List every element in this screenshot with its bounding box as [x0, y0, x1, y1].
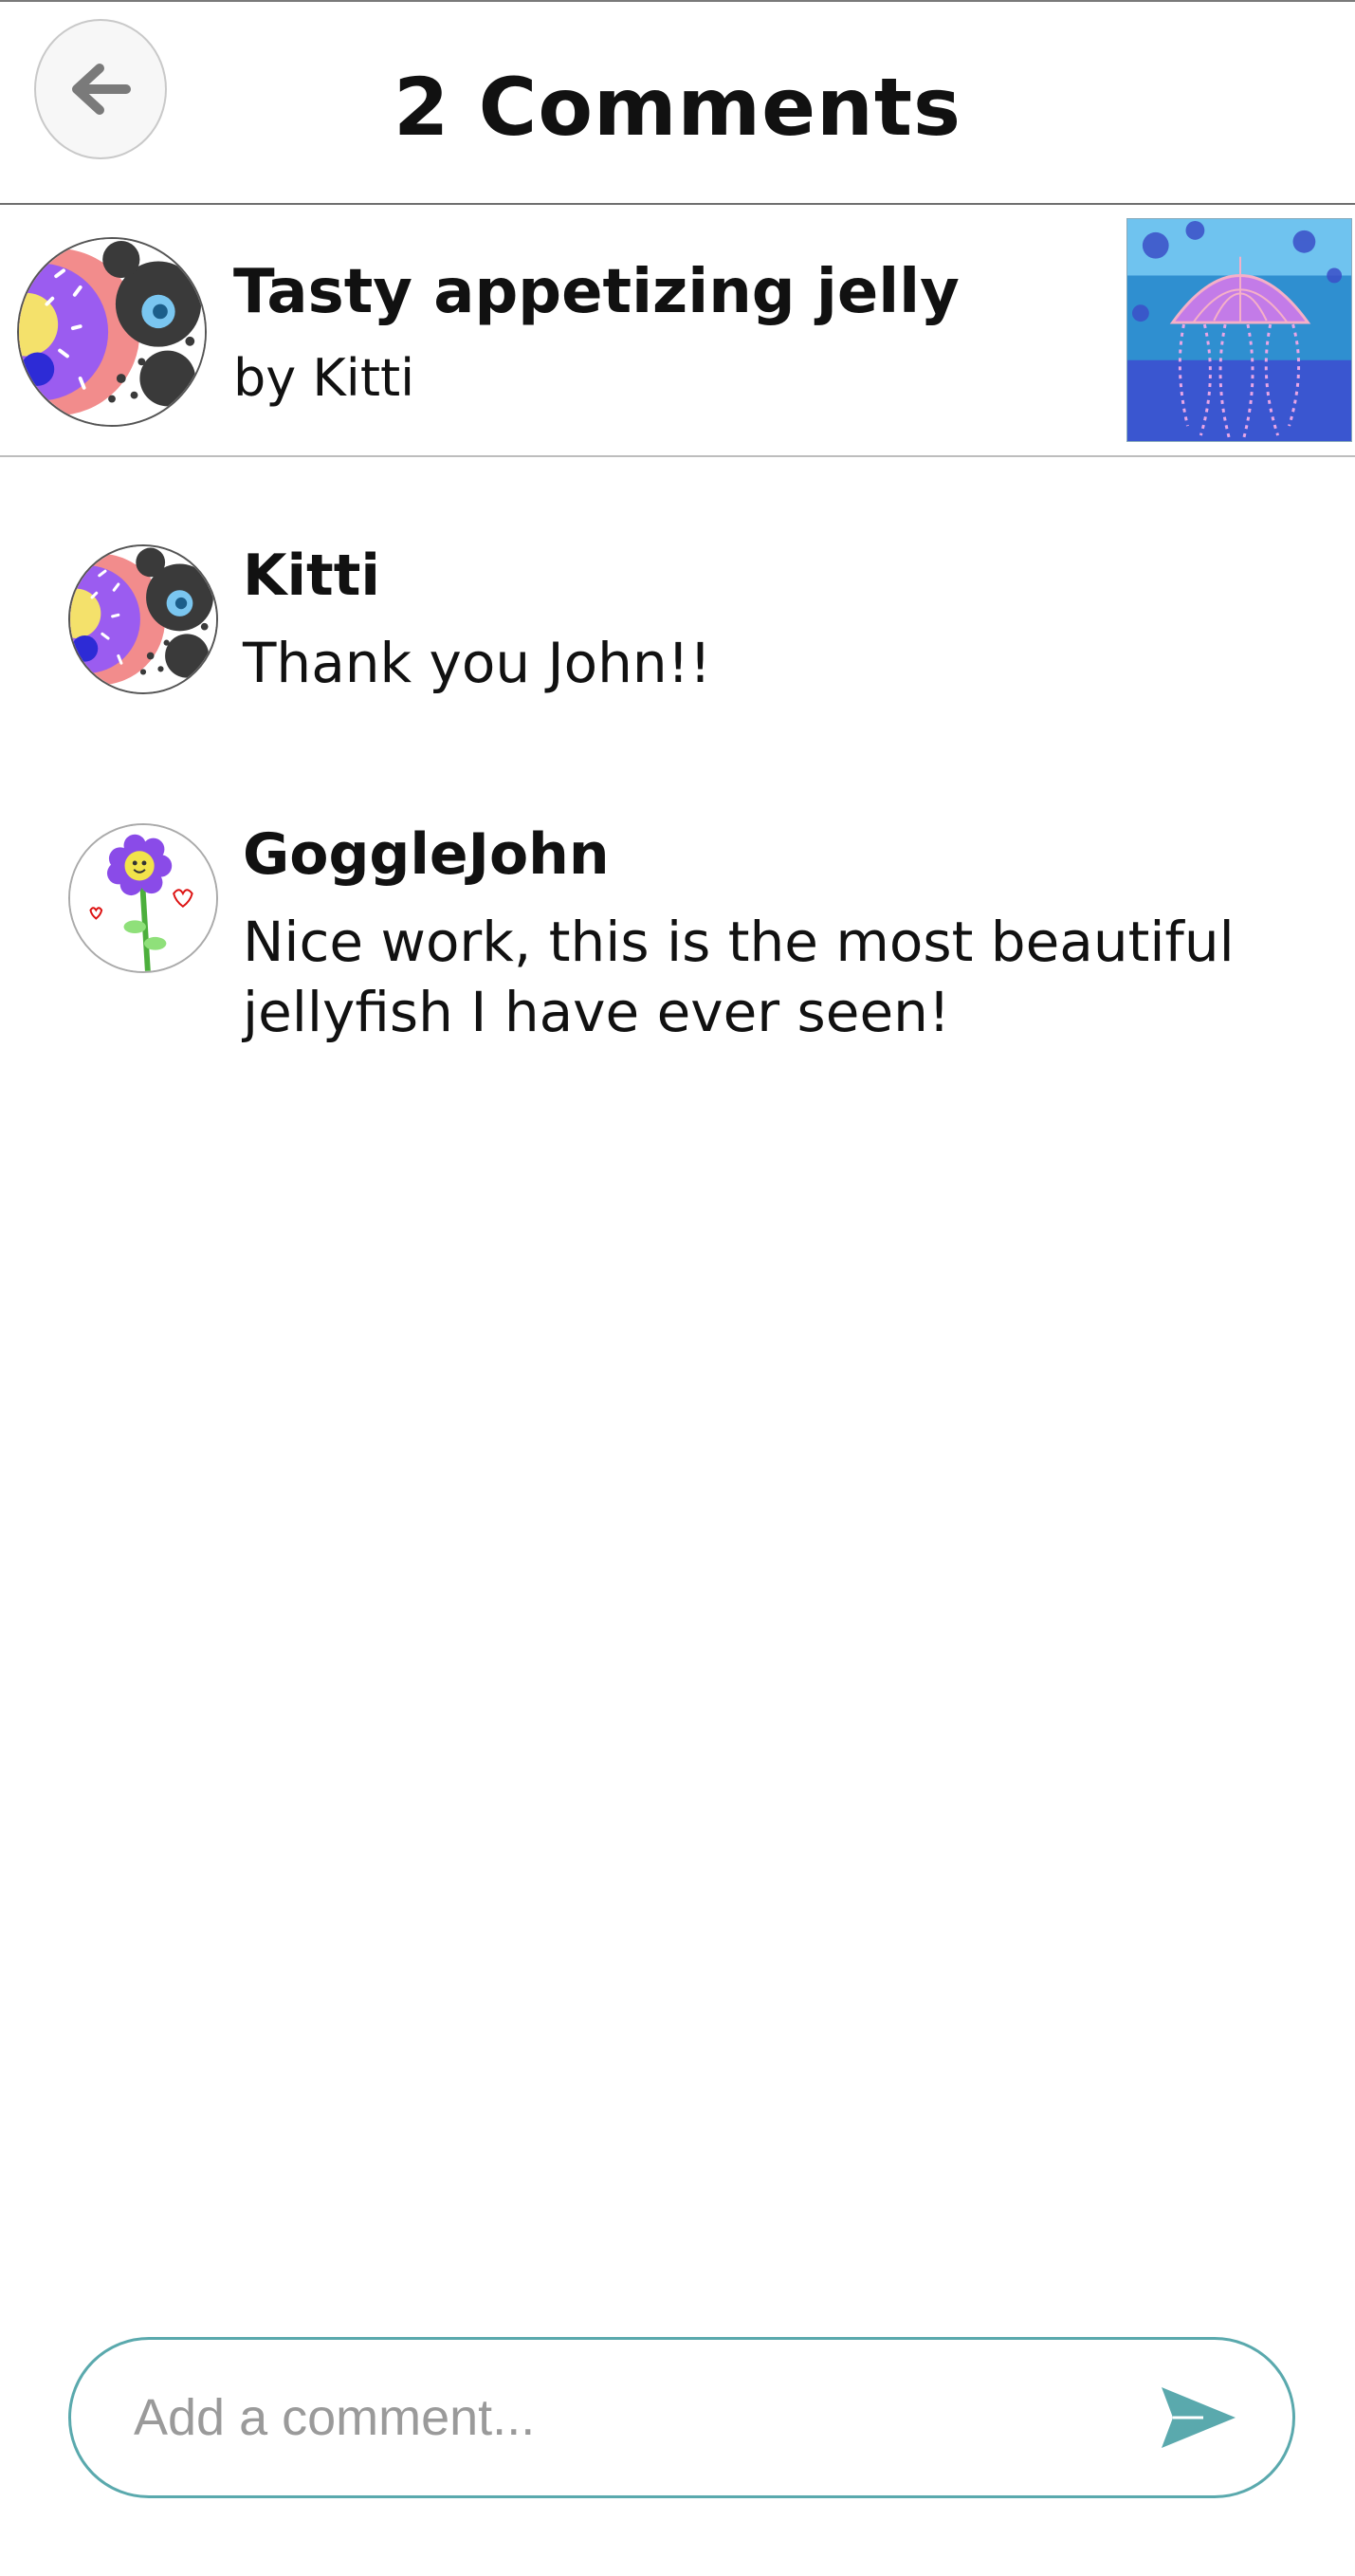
donut-panda-avatar	[19, 239, 205, 425]
artwork-thumbnail[interactable]	[1126, 218, 1352, 442]
send-icon	[1162, 2387, 1236, 2448]
page-title: 2 Comments	[393, 61, 962, 154]
flower-avatar	[70, 825, 216, 971]
comment-author-avatar[interactable]	[68, 823, 218, 973]
jellyfish-artwork-thumbnail	[1127, 219, 1351, 441]
arrow-left-icon	[72, 64, 131, 115]
artwork-byline[interactable]: by Kitti	[233, 345, 414, 412]
comment-author[interactable]: GoggleJohn	[243, 819, 610, 890]
back-button[interactable]	[34, 19, 167, 159]
comment-composer	[68, 2337, 1295, 2498]
header: 2 Comments	[0, 2, 1355, 205]
comment-author[interactable]: Kitti	[243, 541, 380, 611]
donut-panda-avatar	[70, 546, 216, 692]
comment-input[interactable]	[134, 2368, 1082, 2467]
send-button[interactable]	[1160, 2383, 1237, 2452]
comment-item: Kitti Thank you John!!	[0, 541, 1355, 696]
artwork-summary[interactable]: Tasty appetizing jelly by Kitti	[0, 205, 1355, 457]
comment-author-avatar[interactable]	[68, 544, 218, 694]
comment-text: Nice work, this is the most beautiful je…	[243, 910, 1235, 1044]
artwork-title[interactable]: Tasty appetizing jelly	[233, 254, 960, 330]
comment-text: Thank you John!!	[243, 631, 712, 695]
comment-item: GoggleJohn Nice work, this is the most b…	[0, 821, 1355, 1044]
artwork-author-avatar[interactable]	[17, 237, 207, 427]
